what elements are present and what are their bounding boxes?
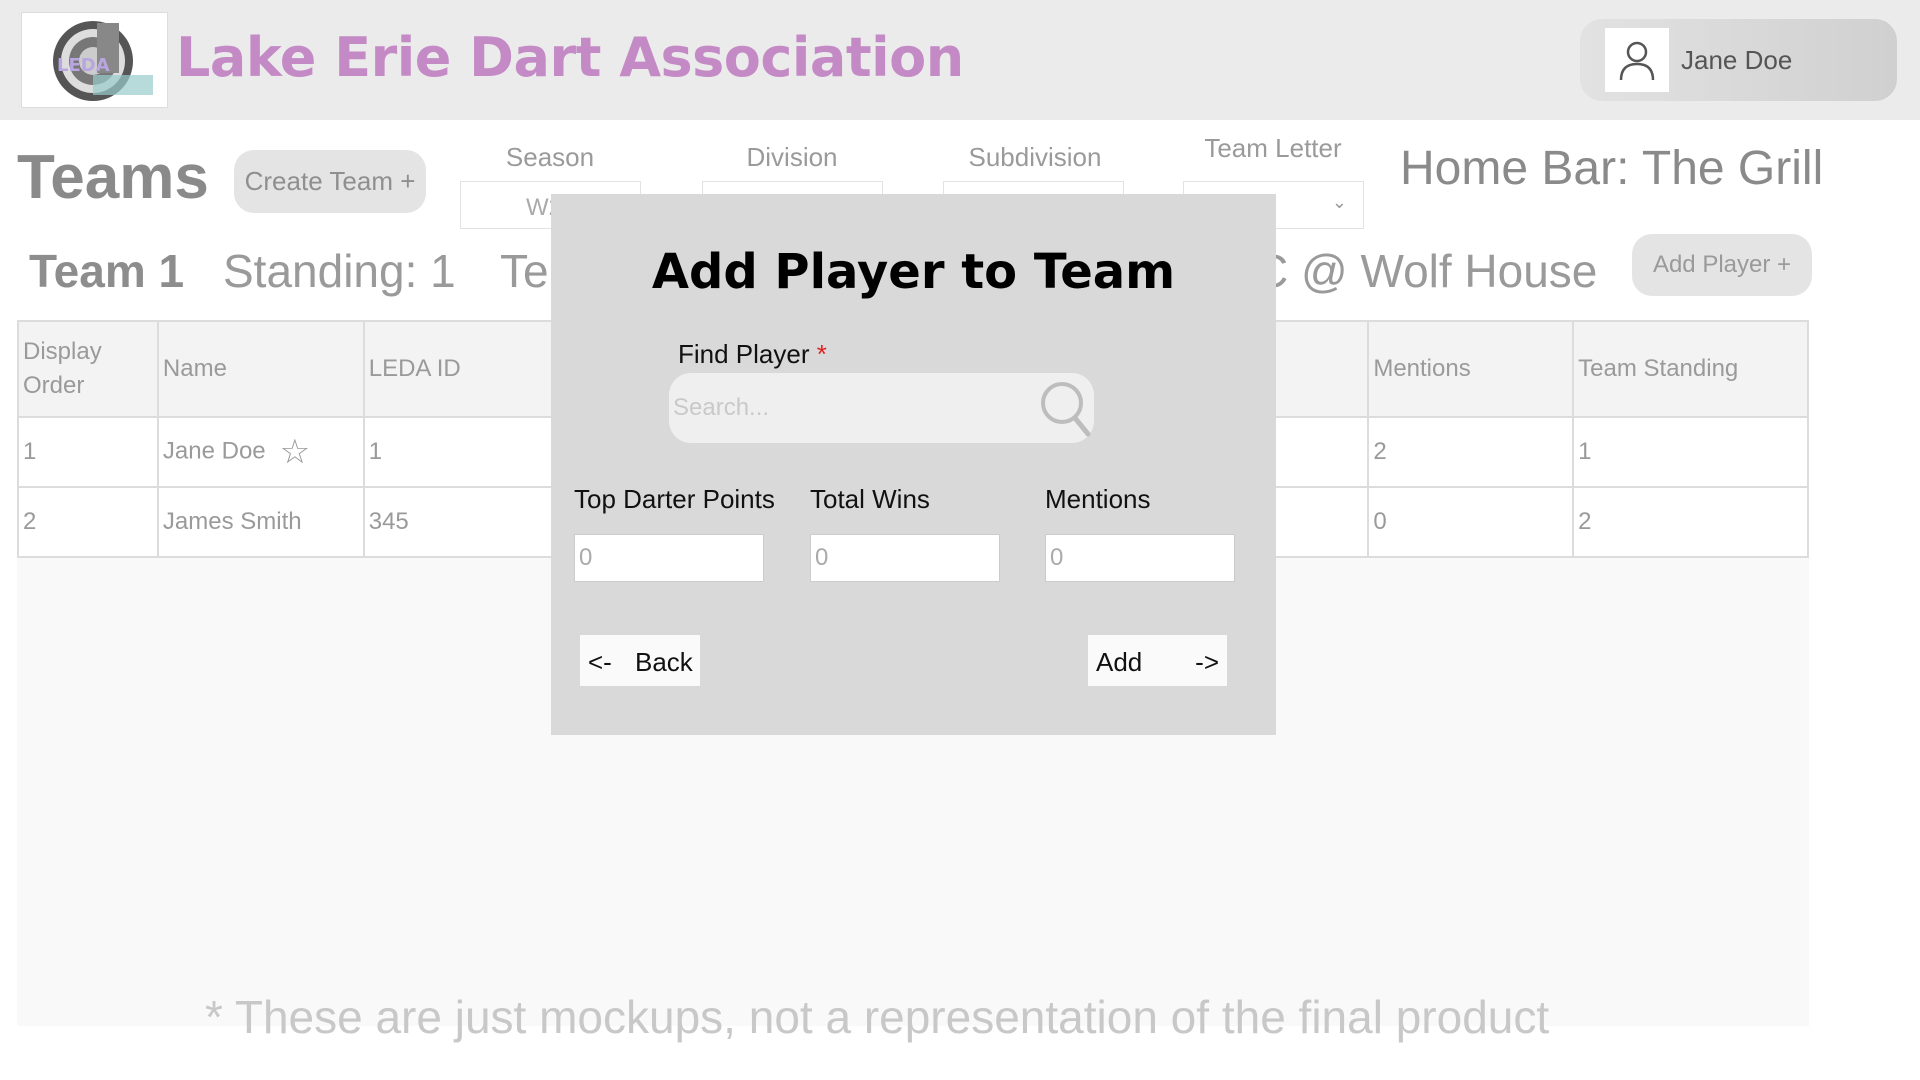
cell-display-order: 2	[17, 486, 159, 558]
back-label: Back	[635, 647, 693, 677]
add-player-modal: Add Player to Team Find Player * Top Dar…	[551, 194, 1276, 735]
star-icon[interactable]: ☆	[280, 433, 310, 471]
user-menu[interactable]: Jane Doe	[1580, 19, 1897, 101]
team-info-partial: Te	[500, 245, 549, 297]
division-label: Division	[746, 142, 838, 172]
app-title: Lake Erie Dart Association	[176, 26, 964, 89]
season-label: Season	[505, 142, 595, 172]
cell-name: Jane Doe ☆	[156, 416, 365, 488]
top-darter-points-label: Top Darter Points	[574, 484, 775, 514]
search-icon[interactable]	[1038, 379, 1094, 439]
find-player-search	[669, 373, 1094, 443]
add-label: Add	[1096, 647, 1143, 677]
subdivision-label: Subdivision	[968, 142, 1102, 172]
find-player-text: Find Player	[678, 339, 810, 369]
user-name: Jane Doe	[1681, 45, 1793, 75]
forward-arrow-icon: ->	[1195, 647, 1219, 677]
top-darter-points-field[interactable]	[574, 534, 764, 582]
required-mark: *	[816, 339, 827, 369]
column-header[interactable]: Mentions	[1367, 320, 1575, 418]
mentions-field[interactable]	[1045, 534, 1235, 582]
app-header: LEDA Lake Erie Dart Association Jane Doe	[0, 0, 1920, 120]
logo-text: LEDA	[57, 55, 110, 76]
back-button[interactable]: <- Back	[580, 635, 700, 686]
cell-team-standing: 2	[1572, 486, 1809, 558]
team-venue: C @ Wolf House	[1255, 245, 1598, 297]
cell-mentions: 0	[1367, 486, 1575, 558]
home-bar: Home Bar: The Grill	[1400, 142, 1824, 195]
user-icon	[1605, 28, 1669, 92]
add-player-button[interactable]: Add Player +	[1632, 234, 1812, 296]
page-title: Teams	[17, 143, 209, 212]
find-player-label: Find Player *	[678, 339, 827, 370]
player-name: Jane Doe	[162, 437, 266, 465]
dartboard-logo-icon[interactable]: LEDA	[21, 12, 168, 108]
team-letter-label: Team Letter	[1204, 133, 1342, 163]
column-header[interactable]: Team Standing	[1572, 320, 1809, 418]
cell-leda-id: 1	[362, 416, 565, 488]
mentions-label: Mentions	[1045, 484, 1151, 514]
total-wins-label: Total Wins	[810, 484, 930, 514]
total-wins-field[interactable]	[810, 534, 1000, 582]
column-header[interactable]: Name	[156, 320, 365, 418]
cell-team-standing: 1	[1572, 416, 1809, 488]
cell-display-order: 1	[17, 416, 159, 488]
team-name: Team 1	[29, 245, 185, 297]
back-arrow-icon: <-	[588, 647, 612, 677]
page: LEDA Lake Erie Dart Association Jane Doe…	[0, 0, 1920, 1080]
search-input[interactable]	[673, 391, 1013, 425]
mockup-disclaimer: * These are just mockups, not a represen…	[205, 991, 1550, 1043]
cell-mentions: 2	[1367, 416, 1575, 488]
cell-leda-id: 345	[362, 486, 565, 558]
modal-title: Add Player to Team	[651, 244, 1176, 300]
cell-name: James Smith	[156, 486, 365, 558]
team-standing: Standing: 1	[223, 245, 456, 297]
add-button[interactable]: Add ->	[1088, 635, 1227, 686]
chevron-down-icon: ⌄	[1331, 192, 1347, 212]
create-team-button[interactable]: Create Team +	[234, 150, 426, 213]
column-header[interactable]: Display Order	[17, 320, 159, 418]
column-header[interactable]: LEDA ID	[362, 320, 565, 418]
